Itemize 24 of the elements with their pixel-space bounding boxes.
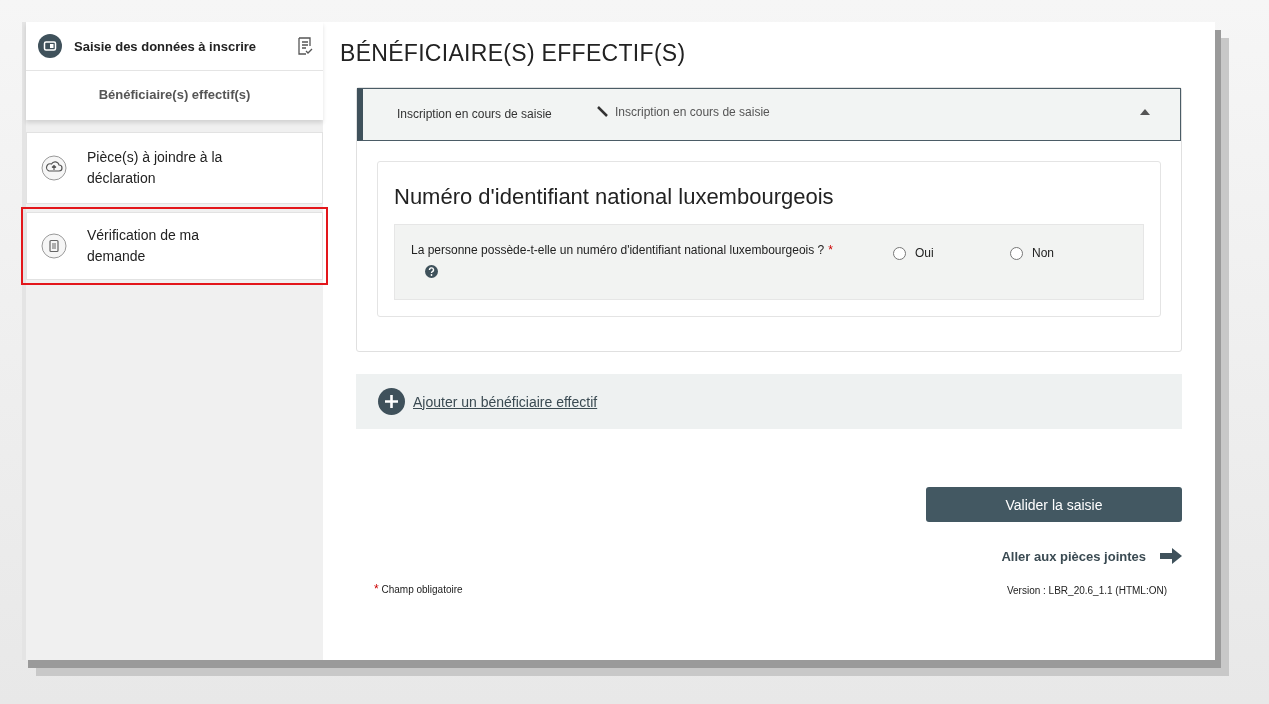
checklist-icon [297,37,313,55]
caret-icon[interactable] [1140,109,1150,115]
plus-icon[interactable] [378,388,405,415]
id-card-icon [38,34,62,58]
arrow-right-icon [1160,548,1182,564]
help-icon[interactable] [425,265,438,278]
status-panel[interactable]: Inscription en cours de saisie Inscription en cours de saisie [357,88,1181,141]
status-text: Inscription en cours de saisie [615,105,770,119]
step-title[interactable]: Saisie des données à inscrire [74,38,285,54]
section-title: Numéro d'identifiant national luxembourgeois [394,184,835,210]
radio-option[interactable]: Oui [893,243,1010,263]
add-beneficiary-link[interactable]: Ajouter un bénéficiaire effectif [413,393,598,410]
page-title: BÉNÉFICIAIRE(S) EFFECTIF(S) [340,40,687,67]
validate-button[interactable]: Valider la saisie [926,487,1182,522]
sidebar-sub-item[interactable]: Bénéficiaire(s) effectif(s) [26,71,323,120]
clipboard-icon [41,233,67,259]
next-link[interactable]: Aller aux pièces jointes [1001,548,1182,564]
required-note: * Champ obligatoire [373,582,463,596]
cloud-upload-icon [41,155,67,181]
pencil-icon [597,106,609,118]
sidebar-item[interactable]: Pièce(s) à joindre à la déclaration [26,132,323,204]
radio-option[interactable]: Non [1010,243,1127,263]
version-text: Version : LBR_20.6_1.1 (HTML:ON) [1006,585,1167,596]
question-text: La personne possède-t-elle un numéro d'identifiant national luxembourgeois ? * [411,243,834,257]
